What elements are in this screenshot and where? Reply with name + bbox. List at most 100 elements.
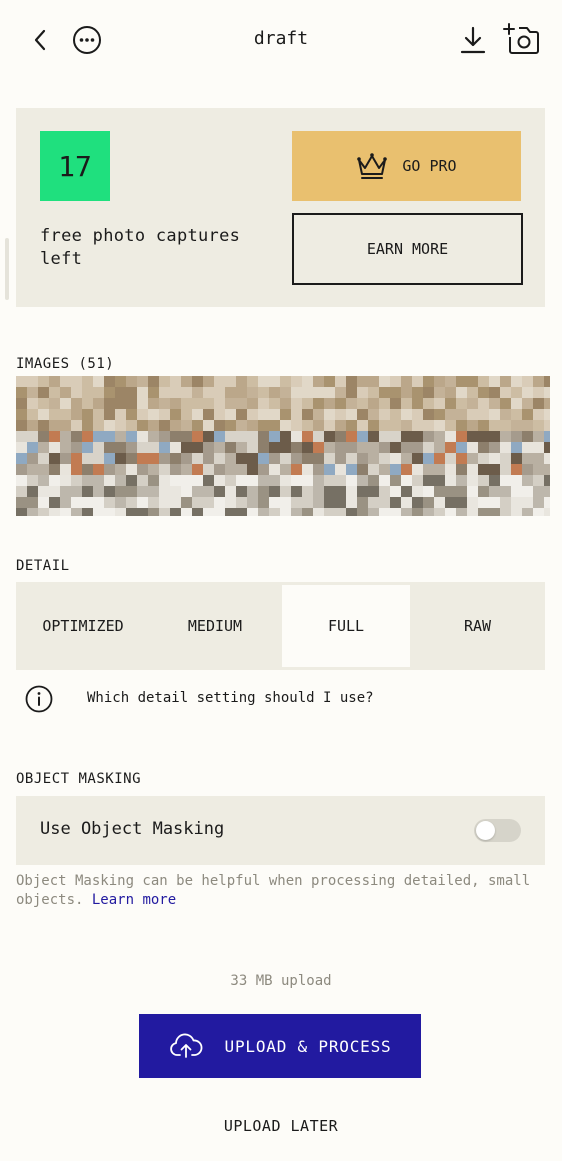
thumbnail-pixel	[170, 431, 181, 442]
thumbnail-pixel	[445, 453, 456, 464]
thumbnail-pixel	[258, 442, 269, 453]
thumbnail-pixel	[236, 453, 247, 464]
thumbnail-pixel	[478, 431, 489, 442]
thumbnail-pixel	[269, 475, 280, 486]
thumbnail-pixel	[533, 420, 544, 431]
thumbnail-pixel	[401, 387, 412, 398]
thumbnail-pixel	[115, 409, 126, 420]
thumbnail-pixel	[247, 464, 258, 475]
detail-option-full[interactable]: FULL	[282, 585, 410, 667]
thumbnail-pixel	[544, 508, 550, 516]
thumbnail-pixel	[192, 431, 203, 442]
thumbnail-pixel	[302, 453, 313, 464]
thumbnail-pixel	[126, 497, 137, 508]
thumbnail-pixel	[434, 497, 445, 508]
thumbnail-pixel	[280, 409, 291, 420]
thumbnail-pixel	[71, 376, 82, 387]
thumbnail-pixel	[93, 464, 104, 475]
thumbnail-pixel	[467, 431, 478, 442]
thumbnail-pixel	[269, 486, 280, 497]
thumbnail-pixel	[258, 376, 269, 387]
thumbnail-pixel	[16, 431, 27, 442]
thumbnail-pixel	[247, 508, 258, 516]
thumbnail-pixel	[313, 453, 324, 464]
detail-option-raw[interactable]: RAW	[412, 585, 543, 667]
thumbnail-pixel	[27, 486, 38, 497]
thumbnail-pixel	[258, 486, 269, 497]
thumbnail-pixel	[280, 431, 291, 442]
detail-help-button[interactable]	[25, 685, 53, 713]
thumbnail-pixel	[511, 376, 522, 387]
thumbnail-pixel	[302, 387, 313, 398]
thumbnail-pixel	[522, 486, 533, 497]
go-pro-button[interactable]: GO PRO	[292, 131, 521, 201]
thumbnail-pixel	[104, 442, 115, 453]
thumbnail-pixel	[258, 508, 269, 516]
thumbnail-pixel	[313, 464, 324, 475]
thumbnail-pixel	[390, 431, 401, 442]
detail-option-medium[interactable]: MEDIUM	[150, 585, 280, 667]
thumbnail-pixel	[401, 442, 412, 453]
thumbnail-pixel	[192, 442, 203, 453]
thumbnail-pixel	[291, 442, 302, 453]
thumbnail-pixel	[126, 398, 137, 409]
thumbnail-pixel	[456, 442, 467, 453]
info-icon	[25, 685, 53, 713]
thumbnail-pixel	[93, 431, 104, 442]
thumbnail-pixel	[247, 453, 258, 464]
image-thumbnail-strip[interactable]	[16, 376, 550, 516]
object-masking-toggle[interactable]	[474, 819, 521, 842]
thumbnail-pixel	[236, 475, 247, 486]
thumbnail-pixel	[71, 409, 82, 420]
earn-more-button[interactable]: EARN MORE	[292, 213, 523, 285]
thumbnail-pixel	[225, 409, 236, 420]
thumbnail-pixel	[82, 376, 93, 387]
thumbnail-pixel	[324, 497, 335, 508]
thumbnail-pixel	[181, 376, 192, 387]
thumbnail-pixel	[82, 508, 93, 516]
thumbnail-pixel	[533, 486, 544, 497]
thumbnail-pixel	[104, 453, 115, 464]
detail-help-link[interactable]: Which detail setting should I use?	[87, 690, 374, 706]
thumbnail-pixel	[445, 486, 456, 497]
thumbnail-pixel	[478, 464, 489, 475]
thumbnail-pixel	[500, 453, 511, 464]
thumbnail-pixel	[335, 464, 346, 475]
thumbnail-pixel	[104, 398, 115, 409]
thumbnail-pixel	[511, 442, 522, 453]
thumbnail-pixel	[181, 464, 192, 475]
download-button[interactable]	[458, 24, 488, 56]
thumbnail-pixel	[357, 497, 368, 508]
thumbnail-pixel	[214, 376, 225, 387]
thumbnail-pixel	[335, 409, 346, 420]
thumbnail-pixel	[148, 398, 159, 409]
detail-option-optimized[interactable]: OPTIMIZED	[18, 585, 148, 667]
thumbnail-pixel	[423, 431, 434, 442]
thumbnail-pixel	[159, 387, 170, 398]
thumbnail-pixel	[159, 398, 170, 409]
thumbnail-pixel	[148, 453, 159, 464]
thumbnail-pixel	[379, 486, 390, 497]
thumbnail-pixel	[533, 475, 544, 486]
upload-process-button[interactable]: UPLOAD & PROCESS	[139, 1014, 421, 1078]
thumbnail-pixel	[412, 475, 423, 486]
thumbnail-pixel	[412, 497, 423, 508]
thumbnail-pixel	[346, 376, 357, 387]
thumbnail-pixel	[247, 442, 258, 453]
thumbnail-pixel	[115, 486, 126, 497]
thumbnail-pixel	[104, 387, 115, 398]
thumbnail-pixel	[423, 475, 434, 486]
add-capture-button[interactable]	[503, 22, 541, 56]
upload-later-button[interactable]: UPLOAD LATER	[0, 1117, 562, 1135]
thumbnail-pixel	[27, 387, 38, 398]
thumbnail-pixel	[93, 420, 104, 431]
thumbnail-pixel	[346, 464, 357, 475]
learn-more-link[interactable]: Learn more	[92, 892, 176, 908]
thumbnail-pixel	[247, 409, 258, 420]
thumbnail-pixel	[478, 376, 489, 387]
thumbnail-pixel	[236, 508, 247, 516]
thumbnail-pixel	[38, 442, 49, 453]
thumbnail-pixel	[236, 376, 247, 387]
thumbnail-pixel	[247, 431, 258, 442]
thumbnail-pixel	[522, 508, 533, 516]
